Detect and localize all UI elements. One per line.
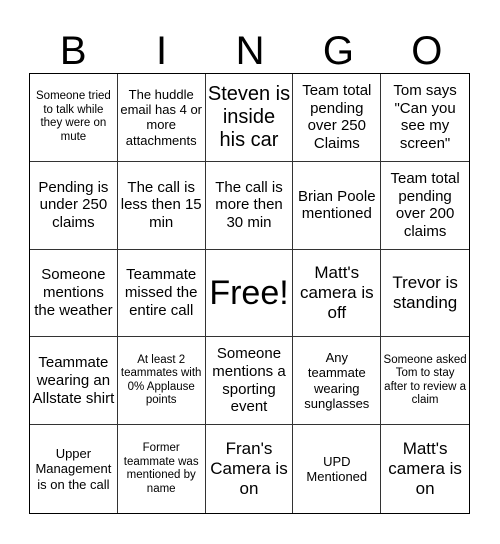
bingo-cell[interactable]: Someone asked Tom to stay after to revie…: [381, 337, 469, 426]
bingo-cell[interactable]: Matt's camera is off: [293, 249, 382, 338]
bingo-cell[interactable]: Upper Management is on the call: [30, 425, 118, 513]
bingo-cell[interactable]: Former teammate was mentioned by name: [118, 425, 206, 513]
header-letter-g: G: [322, 29, 354, 73]
bingo-cell[interactable]: Matt's camera is on: [381, 425, 469, 513]
bingo-cell[interactable]: Team total pending over 200 claims: [381, 162, 469, 250]
bingo-cell[interactable]: Teammate wearing an Allstate shirt: [30, 337, 118, 426]
bingo-cell[interactable]: Someone tried to talk while they were on…: [30, 74, 118, 162]
bingo-cell[interactable]: Teammate missed the entire call: [117, 249, 206, 338]
bingo-cell[interactable]: Pending is under 250 claims: [30, 161, 118, 250]
bingo-cell[interactable]: Tom says "Can you see my screen": [381, 74, 469, 162]
bingo-cell[interactable]: The call is more then 30 min: [205, 161, 294, 250]
free-space-cell[interactable]: Free!: [205, 249, 294, 338]
bingo-header: B I N G O: [29, 30, 471, 72]
bingo-cell[interactable]: Brian Poole mentioned: [293, 161, 382, 250]
bingo-cell[interactable]: Any teammate wearing sunglasses: [293, 337, 382, 426]
bingo-cell[interactable]: The call is less then 15 min: [117, 161, 206, 250]
bingo-cell[interactable]: At least 2 teammates with 0% Applause po…: [117, 337, 206, 426]
bingo-grid: Someone tried to talk while they were on…: [29, 73, 470, 514]
bingo-cell[interactable]: Someone mentions the weather: [30, 249, 118, 338]
bingo-cell[interactable]: UPD Mentioned: [293, 425, 382, 513]
bingo-cell[interactable]: Trevor is standing: [381, 250, 469, 338]
bingo-cell[interactable]: Fran's Camera is on: [206, 425, 294, 513]
header-letter-i: I: [156, 29, 168, 73]
header-letter-o: O: [411, 29, 443, 73]
bingo-cell[interactable]: The huddle email has 4 or more attachmen…: [117, 74, 206, 162]
bingo-cell[interactable]: Someone mentions a sporting event: [205, 337, 294, 426]
bingo-cell[interactable]: Steven is inside his car: [205, 74, 294, 162]
header-letter-b: B: [59, 29, 87, 73]
header-letter-n: N: [235, 29, 265, 73]
bingo-cell[interactable]: Team total pending over 250 Claims: [293, 74, 382, 162]
